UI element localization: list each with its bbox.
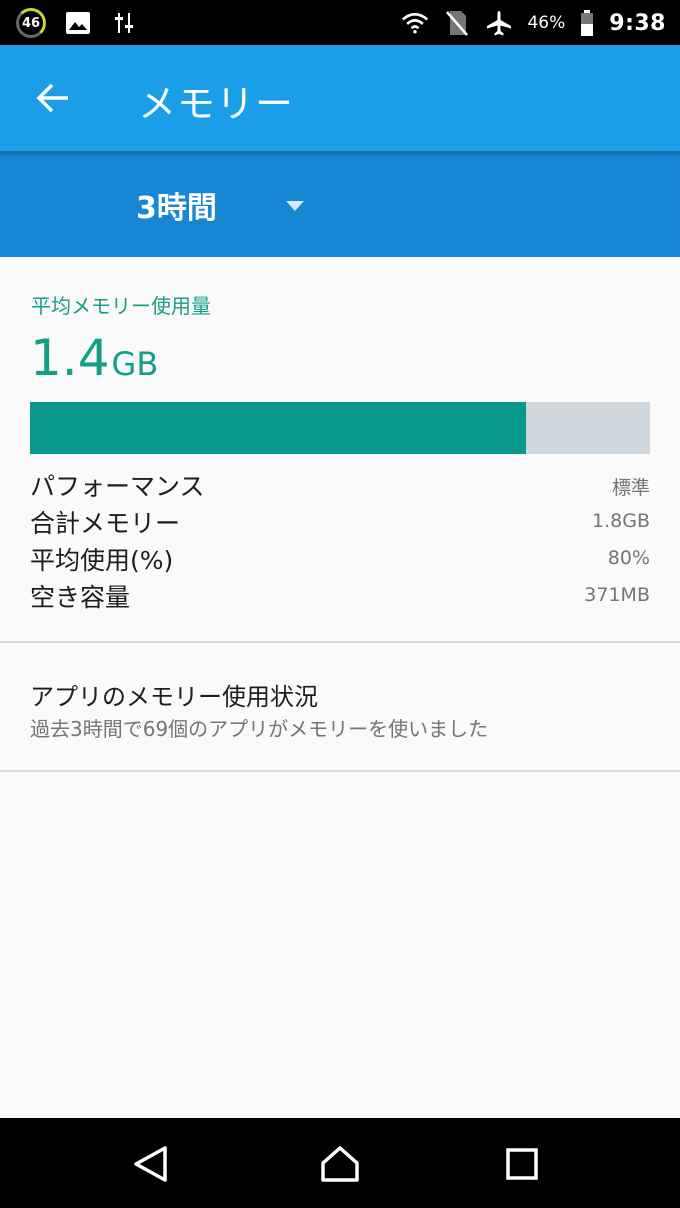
nav-recents-button[interactable]	[500, 1142, 544, 1186]
gallery-icon	[64, 9, 92, 37]
stat-label: 空き容量	[30, 583, 131, 612]
status-bar-right: 46% 9:38	[401, 6, 666, 40]
stat-value: 80%	[607, 547, 650, 569]
average-memory-number: 1.4	[30, 329, 110, 387]
memory-usage-bar	[30, 402, 650, 454]
back-button[interactable]	[30, 75, 76, 121]
status-bar-left: 46	[16, 8, 138, 38]
clock: 9:38	[609, 10, 666, 36]
navigation-bar	[0, 1118, 680, 1208]
nav-back-button[interactable]	[128, 1142, 172, 1186]
app-memory-usage-item[interactable]: アプリのメモリー使用状況 過去3時間で69個のアプリがメモリーを使いました	[0, 643, 680, 771]
recents-icon	[506, 1148, 538, 1180]
no-sim-icon	[443, 9, 471, 37]
average-memory-label: 平均メモリー使用量	[31, 294, 211, 318]
notification-count-icon: 46	[16, 8, 46, 38]
wifi-icon	[401, 9, 429, 37]
stat-value: 371MB	[584, 584, 650, 606]
stat-value: 1.8GB	[592, 510, 650, 532]
stat-value: 標準	[611, 477, 650, 499]
settings-sliders-icon	[110, 9, 138, 37]
stat-row: 空き容量 371MB	[30, 578, 650, 615]
time-range-selected: 3時間	[136, 191, 217, 226]
stat-row: 平均使用(%) 80%	[30, 541, 650, 578]
stat-label: パフォーマンス	[30, 472, 205, 501]
average-memory-value: 1.4GB	[30, 329, 158, 387]
time-range-dropdown[interactable]: 3時間	[136, 183, 304, 227]
airplane-mode-icon	[485, 9, 513, 37]
back-triangle-icon	[134, 1146, 167, 1182]
stat-row: パフォーマンス 標準	[30, 467, 650, 504]
dropdown-caret-icon	[286, 201, 304, 211]
battery-icon	[579, 9, 595, 37]
memory-stats: パフォーマンス 標準合計メモリー 1.8GB 平均使用(%) 80% 空き容量 371MB	[30, 467, 650, 615]
notification-count: 46	[21, 15, 41, 31]
memory-usage-fill	[30, 402, 526, 454]
arrow-back-icon	[36, 83, 68, 113]
app-bar: メモリー	[0, 45, 680, 151]
stat-label: 平均使用(%)	[30, 546, 174, 575]
page-title: メモリー	[138, 82, 295, 126]
nav-home-button[interactable]	[318, 1142, 362, 1186]
home-icon	[321, 1146, 359, 1182]
average-memory-unit: GB	[111, 345, 159, 383]
app-memory-usage-subtitle: 過去3時間で69個のアプリがメモリーを使いました	[30, 717, 489, 741]
stat-label: 合計メモリー	[30, 509, 181, 538]
app-memory-usage-title: アプリのメモリー使用状況	[30, 683, 318, 711]
time-range-bar: 3時間	[0, 151, 680, 257]
battery-percent: 46%	[527, 13, 566, 33]
divider	[0, 770, 680, 772]
status-bar: 46 46% 9:38	[0, 0, 680, 45]
stat-row: 合計メモリー 1.8GB	[30, 504, 650, 541]
